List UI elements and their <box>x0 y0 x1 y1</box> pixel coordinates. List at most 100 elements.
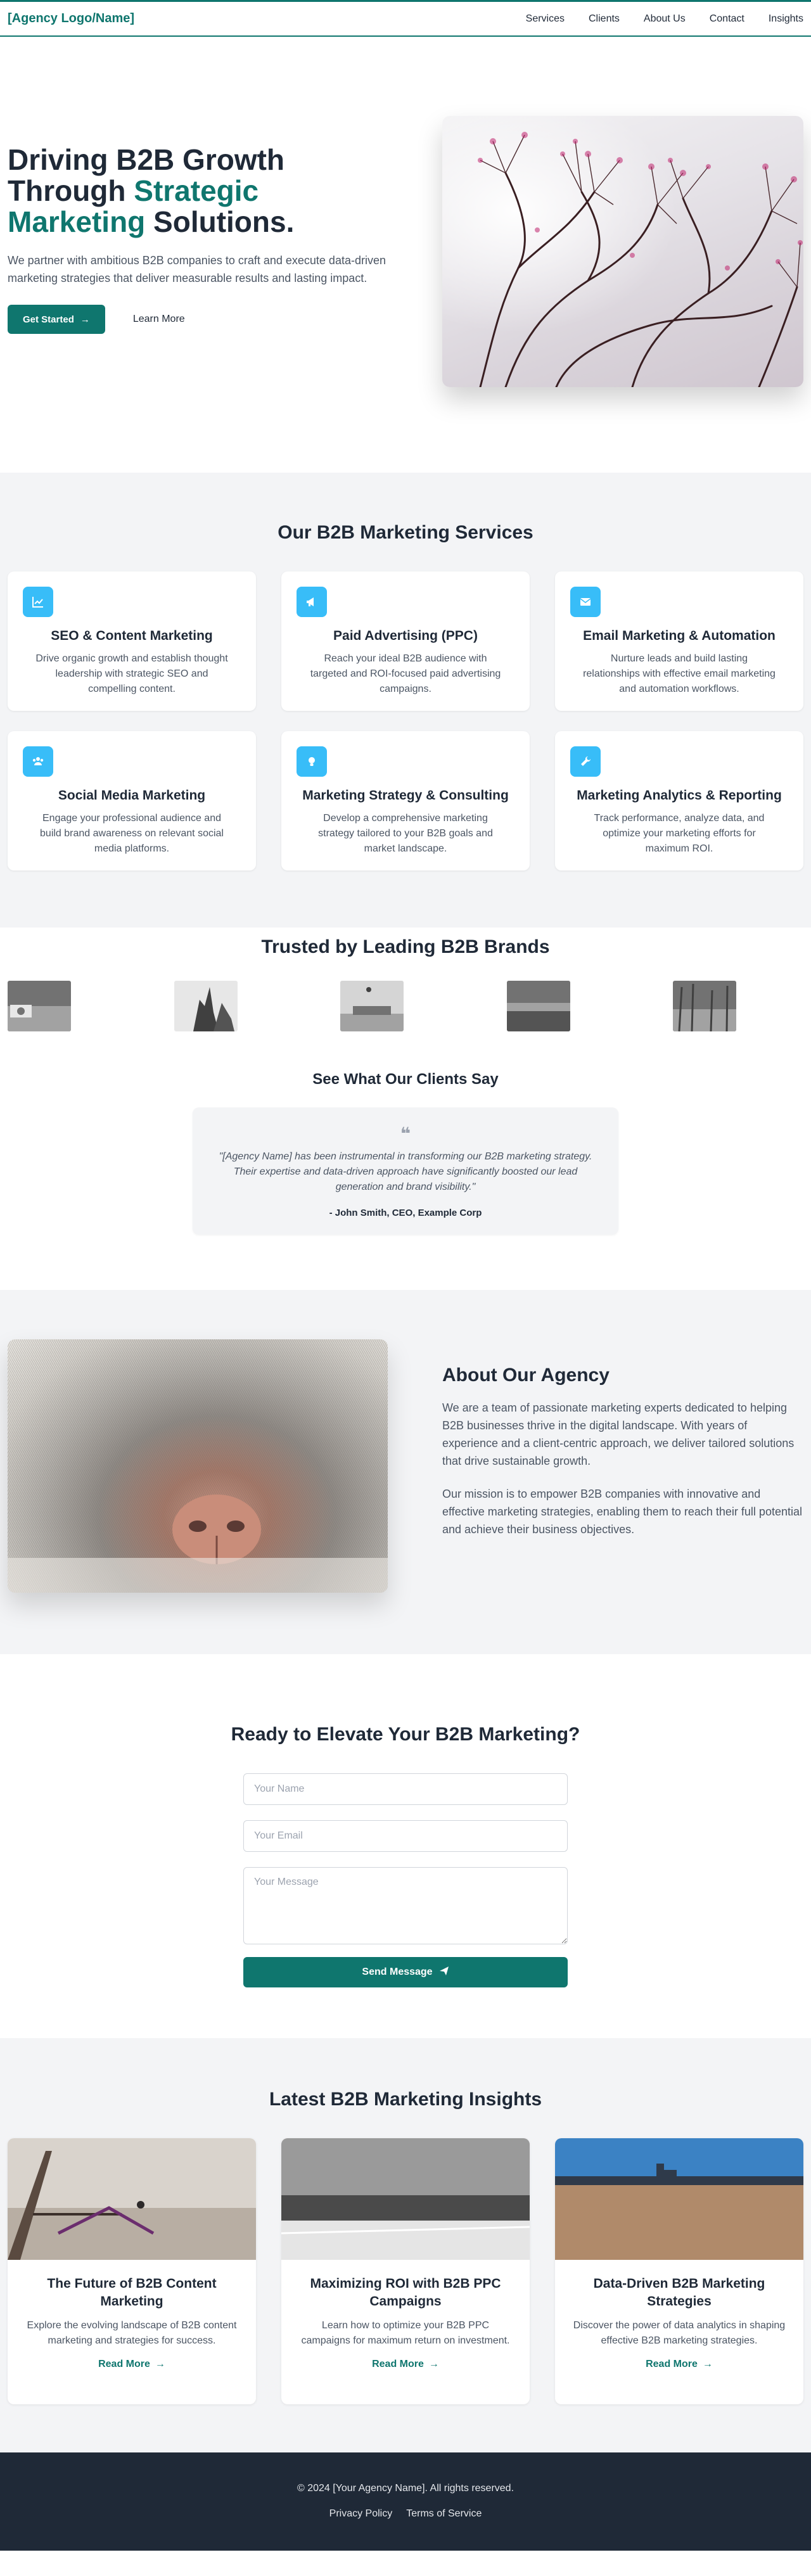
arrow-right-icon: → <box>428 2359 439 2369</box>
footer-links: Privacy Policy Terms of Service <box>0 2508 811 2520</box>
nav-link-contact[interactable]: Contact <box>710 13 744 25</box>
site-footer: © 2024 [Your Agency Name]. All rights re… <box>0 2452 811 2551</box>
client-logo <box>8 981 71 1031</box>
site-header: [Agency Logo/Name] Services Clients Abou… <box>0 0 811 37</box>
service-card: Marketing Strategy & Consulting Develop … <box>281 731 530 870</box>
privacy-policy-link[interactable]: Privacy Policy <box>329 2508 393 2520</box>
copyright-text: © 2024 [Your Agency Name]. All rights re… <box>297 2483 514 2494</box>
nav-link-clients[interactable]: Clients <box>589 13 620 25</box>
service-desc: Reach your ideal B2B audience with targe… <box>310 653 501 694</box>
service-desc: Develop a comprehensive marketing strate… <box>318 813 493 854</box>
tree-branches-illustration <box>442 116 803 387</box>
terms-of-service-link[interactable]: Terms of Service <box>406 2508 482 2520</box>
hero-content: Driving B2B Growth Through Strategic Mar… <box>8 116 397 387</box>
client-logos <box>8 981 803 1031</box>
read-more-label: Read More <box>98 2359 150 2369</box>
hero-title-accent-2: Marketing <box>8 205 146 238</box>
hero-section: Driving B2B Growth Through Strategic Mar… <box>0 37 811 473</box>
service-name: Marketing Strategy & Consulting <box>302 788 509 803</box>
service-name: Social Media Marketing <box>58 788 206 803</box>
quote-icon: ❝ <box>400 1124 411 1144</box>
service-card: Email Marketing & Automation Nurture lea… <box>555 571 803 711</box>
services-title: Our B2B Marketing Services <box>278 522 533 543</box>
post-title: Data-Driven B2B Marketing Strategies <box>593 2276 765 2309</box>
site-logo[interactable]: [Agency Logo/Name] <box>8 11 134 26</box>
service-name: SEO & Content Marketing <box>51 628 213 643</box>
service-desc: Track performance, analyze data, and opt… <box>594 813 765 854</box>
clients-title: Trusted by Leading B2B Brands <box>261 936 550 957</box>
post-card: Data-Driven B2B Marketing Strategies Dis… <box>555 2138 803 2404</box>
main-nav: Services Clients About Us Contact Insigh… <box>526 13 803 25</box>
post-excerpt: Explore the evolving landscape of B2B co… <box>27 2320 237 2346</box>
wrench-icon <box>570 746 601 777</box>
read-more-label: Read More <box>646 2359 698 2369</box>
lightbulb-icon <box>297 746 327 777</box>
hero-cta-group: Get Started → Learn More <box>8 305 397 334</box>
about-section: About Our Agency We are a team of passio… <box>0 1290 811 1654</box>
hero-title-line2: Through <box>8 174 134 207</box>
read-more-link[interactable]: Read More → <box>646 2359 713 2370</box>
message-field[interactable] <box>243 1867 568 1944</box>
testimonial-quote: "[Agency Name] has been instrumental in … <box>219 1151 592 1192</box>
post-excerpt: Learn how to optimize your B2B PPC campa… <box>301 2320 510 2346</box>
about-paragraph: We are a team of passionate marketing ex… <box>442 1401 795 1467</box>
hero-title-line1: Driving B2B Growth <box>8 143 285 176</box>
get-started-label: Get Started <box>23 314 74 325</box>
email-field[interactable] <box>243 1820 568 1852</box>
testimonial-card: ❝ "[Agency Name] has been instrumental i… <box>193 1107 618 1235</box>
clients-section: Trusted by Leading B2B Brands See What O… <box>0 928 811 1290</box>
hero-title-line3: Solutions. <box>145 205 295 238</box>
client-logo <box>506 981 570 1031</box>
send-message-label: Send Message <box>362 1967 433 1977</box>
read-more-link[interactable]: Read More → <box>372 2359 439 2370</box>
services-section: Our B2B Marketing Services SEO & Content… <box>0 473 811 928</box>
name-field[interactable] <box>243 1773 568 1805</box>
service-name: Marketing Analytics & Reporting <box>577 788 782 803</box>
service-card: SEO & Content Marketing Drive organic gr… <box>8 571 256 711</box>
services-grid: SEO & Content Marketing Drive organic gr… <box>8 571 803 870</box>
send-message-button[interactable]: Send Message <box>243 1957 568 1987</box>
insights-section: Latest B2B Marketing Insights The Future… <box>0 2038 811 2452</box>
nav-link-about[interactable]: About Us <box>644 13 686 25</box>
post-title: The Future of B2B Content Marketing <box>47 2276 217 2309</box>
chart-line-icon <box>23 587 53 617</box>
read-more-link[interactable]: Read More → <box>98 2359 165 2370</box>
post-title: Maximizing ROI with B2B PPC Campaigns <box>310 2276 501 2309</box>
nav-link-insights[interactable]: Insights <box>769 13 803 25</box>
cat-nose-illustration <box>8 1339 388 1593</box>
contact-section: Ready to Elevate Your B2B Marketing? Sen… <box>0 1654 811 2038</box>
arrow-right-icon: → <box>155 2359 165 2369</box>
service-desc: Nurture leads and build lasting relation… <box>583 653 776 694</box>
nav-link-services[interactable]: Services <box>526 13 565 25</box>
post-card: The Future of B2B Content Marketing Expl… <box>8 2138 256 2404</box>
contact-form: Send Message <box>243 1773 568 1987</box>
get-started-button[interactable]: Get Started → <box>8 305 105 334</box>
client-logo <box>174 981 238 1031</box>
hero-subtitle: We partner with ambitious B2B companies … <box>8 254 386 284</box>
users-icon <box>23 746 53 777</box>
about-title: About Our Agency <box>442 1365 610 1386</box>
learn-more-link[interactable]: Learn More <box>133 314 185 325</box>
insights-title: Latest B2B Marketing Insights <box>269 2089 542 2110</box>
testimonials-title: See What Our Clients Say <box>312 1071 499 1088</box>
post-excerpt: Discover the power of data analytics in … <box>573 2320 786 2346</box>
service-name: Email Marketing & Automation <box>583 628 776 643</box>
hero-title: Driving B2B Growth Through Strategic Mar… <box>8 144 397 238</box>
service-card: Marketing Analytics & Reporting Track pe… <box>555 731 803 870</box>
paper-plane-icon <box>439 1966 449 1979</box>
insights-grid: The Future of B2B Content Marketing Expl… <box>8 2138 803 2404</box>
about-content: About Our Agency We are a team of passio… <box>442 1339 803 1593</box>
client-logo <box>673 981 736 1031</box>
service-desc: Engage your professional audience and bu… <box>40 813 224 854</box>
arrow-right-icon: → <box>702 2359 713 2369</box>
hero-title-accent: Strategic <box>134 174 259 207</box>
post-image <box>281 2138 530 2260</box>
testimonial-author: - John Smith, CEO, Example Corp <box>329 1208 482 1218</box>
envelope-icon <box>570 587 601 617</box>
service-name: Paid Advertising (PPC) <box>333 628 478 643</box>
post-image <box>555 2138 803 2260</box>
service-desc: Drive organic growth and establish thoug… <box>35 653 228 694</box>
about-paragraph: Our mission is to empower B2B companies … <box>442 1488 802 1536</box>
megaphone-icon <box>297 587 327 617</box>
client-logo <box>340 981 404 1031</box>
